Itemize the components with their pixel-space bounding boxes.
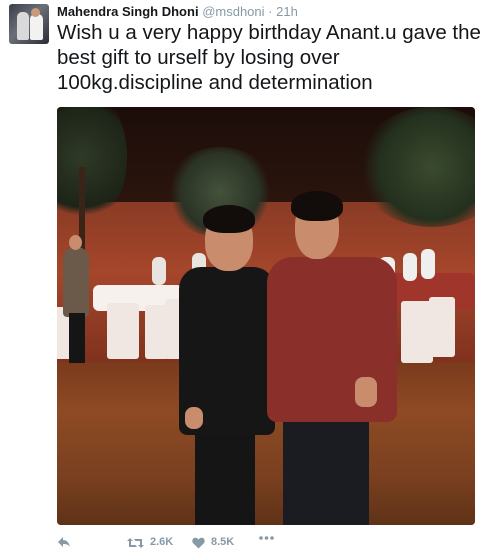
more-button[interactable] xyxy=(259,536,274,540)
reply-button[interactable] xyxy=(57,536,71,548)
chair xyxy=(429,297,455,357)
like-button[interactable]: 8.5K xyxy=(192,536,234,549)
tweet-text: Wish u a very happy birthday Anant.u gav… xyxy=(57,21,481,94)
guest-legs xyxy=(69,313,85,363)
reply-icon xyxy=(58,537,70,547)
guest xyxy=(403,253,417,281)
subject-left-hair xyxy=(203,205,255,233)
author-handle[interactable]: @msdhoni xyxy=(202,4,264,19)
guest xyxy=(421,249,435,279)
more-dots-icon xyxy=(259,536,274,540)
subject-right-shirt xyxy=(267,257,397,422)
guest xyxy=(63,247,89,317)
subject-left-hand xyxy=(185,407,203,429)
avatar-head xyxy=(31,8,40,17)
separator-dot: · xyxy=(268,4,273,19)
tweet-card[interactable]: Mahendra Singh Dhoni @msdhoni · 21h Wish… xyxy=(0,0,500,549)
subject-right-hair xyxy=(291,191,343,221)
subject-right-hand xyxy=(355,377,377,407)
tweet-photo[interactable] xyxy=(57,107,475,525)
author-name[interactable]: Mahendra Singh Dhoni xyxy=(57,4,199,19)
guest xyxy=(152,257,166,285)
chair xyxy=(107,303,139,359)
avatar-figure-left xyxy=(17,12,29,40)
avatar[interactable] xyxy=(9,4,49,44)
subject-left-pants xyxy=(195,427,255,525)
guest-head xyxy=(69,235,82,250)
retweet-button[interactable]: 2.6K xyxy=(127,536,173,549)
tweet-header: Mahendra Singh Dhoni @msdhoni · 21h xyxy=(57,4,298,20)
subject-right-pants xyxy=(283,407,369,525)
like-count: 8.5K xyxy=(211,536,235,548)
retweet-icon xyxy=(127,537,144,548)
tweet-actions: 2.6K 8.5K xyxy=(57,536,477,549)
heart-icon xyxy=(192,537,205,548)
retweet-count: 2.6K xyxy=(150,536,174,548)
avatar-figure-right xyxy=(30,14,43,40)
tweet-timestamp[interactable]: 21h xyxy=(276,4,298,19)
